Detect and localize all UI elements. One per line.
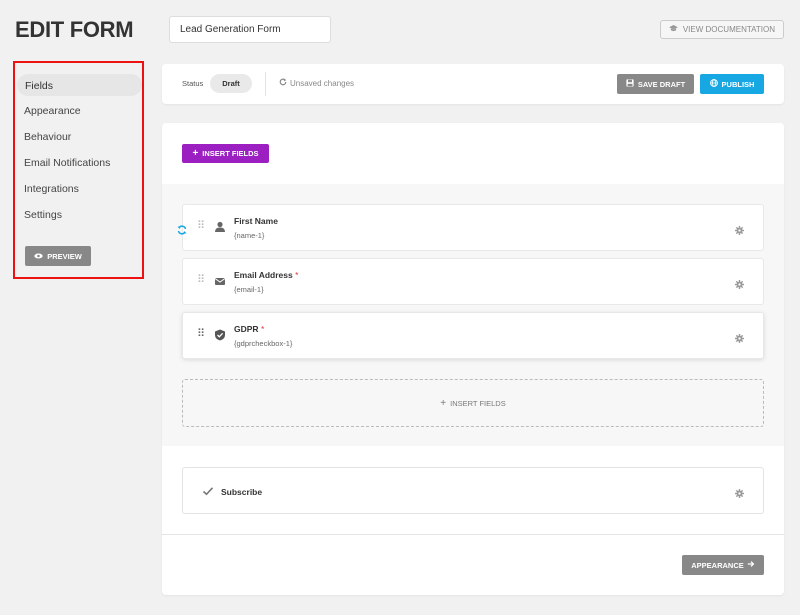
required-marker: *: [260, 324, 265, 334]
globe-icon: [709, 79, 718, 89]
fields-area: ⠿ First Name {name-1} ⠿ Email Address * …: [162, 184, 784, 446]
next-appearance-label: APPEARANCE: [691, 560, 744, 570]
required-marker: *: [295, 270, 299, 280]
field-row-first-name[interactable]: ⠿ First Name {name-1}: [177, 204, 764, 251]
save-draft-label: SAVE DRAFT: [637, 79, 686, 89]
field-slug: {email-1}: [234, 285, 264, 294]
field-name: Email Address *: [234, 270, 298, 280]
gear-icon[interactable]: [735, 276, 745, 289]
sidebar-nav: Fields Appearance Behaviour Email Notifi…: [13, 61, 144, 279]
refresh-icon: [279, 78, 287, 88]
field-name: First Name: [234, 216, 278, 226]
sync-icon[interactable]: [177, 222, 187, 235]
page-title: EDIT FORM: [15, 17, 134, 42]
user-icon: [214, 220, 228, 234]
sidebar-item-behaviour[interactable]: Behaviour: [24, 131, 71, 143]
status-divider: [265, 72, 266, 96]
publish-label: PUBLISH: [721, 79, 755, 89]
form-builder-card: + INSERT FIELDS ⠿ First Name {name-1} ⠿ …: [162, 123, 784, 595]
field-slug: {gdprcheckbox-1}: [234, 339, 293, 348]
footer-divider: [162, 534, 784, 535]
sidebar-item-appearance[interactable]: Appearance: [24, 105, 81, 117]
view-documentation-label: VIEW DOCUMENTATION: [682, 25, 775, 34]
unsaved-changes-indicator: Unsaved changes: [279, 78, 354, 88]
preview-button[interactable]: PREVIEW: [25, 246, 91, 266]
plus-icon: +: [440, 397, 447, 409]
gear-icon[interactable]: [735, 330, 745, 343]
sidebar-item-integrations[interactable]: Integrations: [24, 183, 79, 195]
publish-button[interactable]: PUBLISH: [700, 74, 764, 94]
gear-icon[interactable]: [735, 222, 745, 235]
save-draft-button[interactable]: SAVE DRAFT: [617, 74, 694, 94]
submit-button-row[interactable]: Subscribe: [182, 467, 764, 514]
drag-handle-icon[interactable]: ⠿: [197, 221, 205, 232]
field-row-email-address[interactable]: ⠿ Email Address * {email-1}: [182, 258, 764, 305]
gear-icon[interactable]: [735, 485, 745, 498]
sidebar-item-settings[interactable]: Settings: [24, 209, 62, 221]
status-badge: Draft: [210, 74, 252, 93]
field-name-text: Email Address: [234, 270, 293, 280]
checkmark-icon: [202, 484, 214, 496]
save-icon: [626, 79, 634, 89]
submit-button-label: Subscribe: [221, 487, 263, 497]
next-appearance-button[interactable]: APPEARANCE: [682, 555, 764, 575]
drag-handle-icon[interactable]: ⠿: [197, 329, 205, 340]
field-row-gdpr[interactable]: ⠿ GDPR * {gdprcheckbox-1}: [182, 312, 764, 359]
drag-handle-icon[interactable]: ⠿: [197, 275, 205, 286]
unsaved-changes-label: Unsaved changes: [290, 78, 355, 88]
field-slug: {name-1}: [234, 231, 265, 240]
insert-fields-dropzone[interactable]: + INSERT FIELDS: [182, 379, 764, 427]
arrow-right-icon: [747, 560, 755, 570]
field-name: GDPR *: [234, 324, 264, 334]
graduation-cap-icon: [668, 25, 678, 34]
view-documentation-button[interactable]: VIEW DOCUMENTATION: [659, 20, 784, 39]
eye-icon: [34, 252, 43, 261]
preview-label: PREVIEW: [47, 251, 82, 261]
envelope-icon: [214, 274, 228, 288]
insert-fields-dropzone-label: INSERT FIELDS: [450, 398, 506, 408]
insert-fields-button[interactable]: + INSERT FIELDS: [182, 144, 269, 163]
status-bar: Status Draft Unsaved changes SAVE DRAFT …: [162, 64, 784, 104]
form-name-input[interactable]: Lead Generation Form: [169, 16, 331, 43]
shield-check-icon: [214, 328, 228, 342]
insert-fields-label: INSERT FIELDS: [202, 149, 259, 158]
plus-icon: +: [192, 148, 199, 159]
status-label: Status: [182, 79, 204, 88]
sidebar-item-email-notifications[interactable]: Email Notifications: [24, 157, 110, 169]
field-name-text: GDPR: [234, 324, 259, 334]
sidebar-item-fields[interactable]: Fields: [17, 74, 142, 96]
